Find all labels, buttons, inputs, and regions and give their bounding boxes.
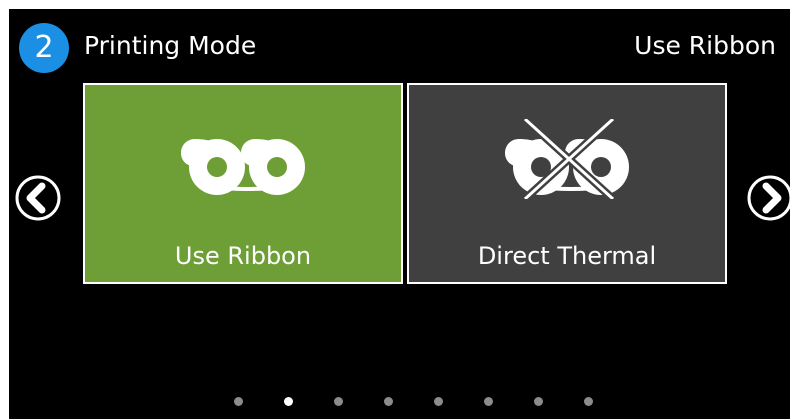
- step-number-badge: 2: [19, 23, 69, 73]
- chevron-right-icon: [745, 173, 790, 223]
- option-direct-thermal[interactable]: Direct Thermal: [407, 83, 727, 284]
- page-indicator: [217, 389, 597, 413]
- page-title: Printing Mode: [84, 31, 257, 60]
- ribbon-icon: [175, 119, 315, 199]
- option-label: Use Ribbon: [174, 242, 312, 270]
- pager-dot[interactable]: [584, 397, 593, 406]
- next-button[interactable]: [743, 171, 790, 225]
- pager-dot[interactable]: [334, 397, 343, 406]
- pager-dot[interactable]: [434, 397, 443, 406]
- pager-dot[interactable]: [284, 397, 293, 406]
- pager-dot[interactable]: [384, 397, 393, 406]
- chevron-left-icon: [13, 173, 63, 223]
- previous-button[interactable]: [11, 171, 65, 225]
- pager-dot[interactable]: [534, 397, 543, 406]
- ribbon-disabled-icon: [499, 119, 639, 199]
- pager-dot[interactable]: [234, 397, 243, 406]
- current-value-label: Use Ribbon: [634, 31, 776, 60]
- option-use-ribbon[interactable]: Use Ribbon: [83, 83, 403, 284]
- option-label: Direct Thermal: [477, 242, 657, 270]
- pager-dot[interactable]: [484, 397, 493, 406]
- printer-settings-screen: 2 Printing Mode Use Ribbon Use Ribbon Di…: [9, 9, 790, 419]
